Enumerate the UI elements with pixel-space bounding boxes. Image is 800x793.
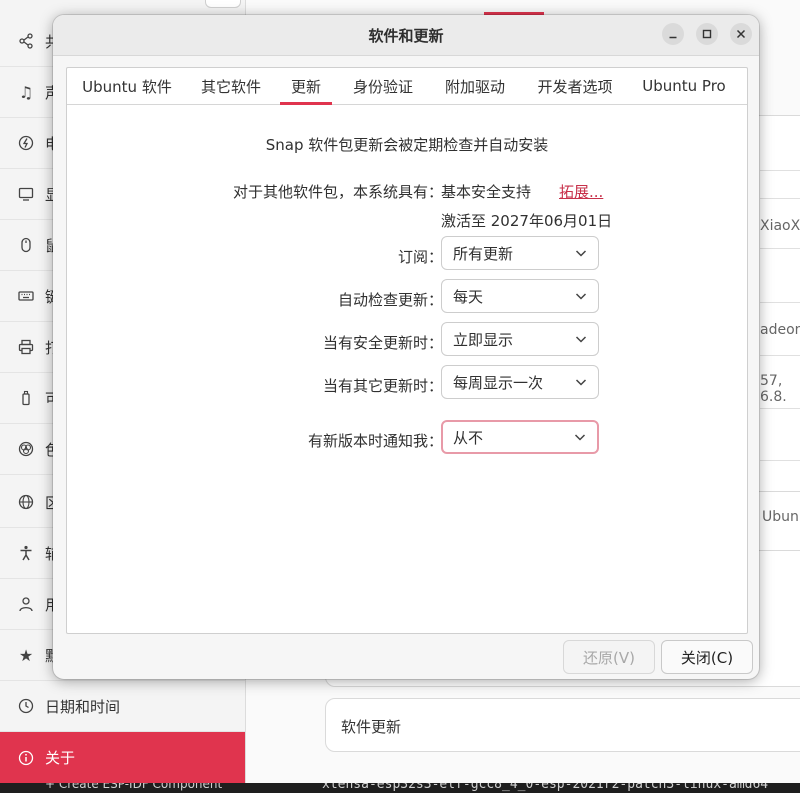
- power-icon: [17, 134, 35, 152]
- release-notify-value: 从不: [453, 428, 484, 447]
- subscription-dropdown[interactable]: 所有更新: [441, 236, 599, 270]
- share-icon: [17, 32, 35, 50]
- printer-icon: [17, 338, 35, 356]
- row-divider: [760, 170, 800, 171]
- activation-date: 激活至 2027年06月01日: [441, 212, 613, 230]
- close-icon: [736, 29, 746, 39]
- security-updates-dropdown[interactable]: 立即显示: [441, 322, 599, 356]
- sidebar-item-label: 日期和时间: [45, 697, 121, 716]
- subscription-value: 所有更新: [453, 244, 514, 263]
- info-icon: [17, 749, 35, 767]
- revert-button[interactable]: 还原(V): [563, 640, 655, 674]
- dialog-titlebar[interactable]: 软件和更新: [53, 15, 759, 56]
- sidebar-item-date-time[interactable]: 日期和时间: [0, 681, 245, 732]
- tab-bar: Ubuntu 软件 其它软件 更新 身份验证 附加驱动 开发者选项 Ubuntu…: [67, 68, 747, 105]
- kernel-fragment: 57, 6.8.: [760, 373, 787, 405]
- close-button[interactable]: 关闭(C): [661, 640, 753, 674]
- security-updates-value: 立即显示: [453, 330, 514, 349]
- other-updates-dropdown[interactable]: 每周显示一次: [441, 365, 599, 399]
- dialog-title: 软件和更新: [368, 27, 444, 45]
- sidebar-item-about[interactable]: 关于: [0, 732, 245, 783]
- software-updates-label: 软件更新: [341, 718, 402, 736]
- support-label: 对于其他软件包，本系统具有：: [232, 183, 443, 201]
- other-updates-value: 每周显示一次: [453, 373, 544, 392]
- other-updates-label: 当有其它更新时：: [322, 377, 443, 395]
- color-icon: [17, 440, 35, 458]
- chevron-down-icon: [574, 434, 586, 441]
- terminal-left-text: + Create ESP-IDF Component: [45, 783, 223, 791]
- tab-developer-options[interactable]: 开发者选项: [521, 68, 629, 104]
- release-notify-dropdown[interactable]: 从不: [441, 420, 599, 454]
- maximize-icon: [702, 29, 712, 39]
- minimize-button[interactable]: [662, 23, 684, 45]
- minimize-icon: [669, 36, 677, 39]
- support-value: 基本安全支持: [441, 183, 532, 201]
- tab-other-software[interactable]: 其它软件: [187, 68, 275, 104]
- terminal-output: xtensa-esp32s3-elf-gcc8_4_0-esp-2021r2-p…: [322, 783, 769, 792]
- row-divider: [760, 408, 800, 409]
- tab-ubuntu-software[interactable]: Ubuntu 软件: [67, 68, 187, 104]
- sidebar-search-button[interactable]: [205, 0, 241, 8]
- close-window-button[interactable]: [730, 23, 752, 45]
- extend-support-link[interactable]: 拓展...: [559, 181, 603, 202]
- device-name-fragment: XiaoXin: [760, 218, 800, 234]
- globe-icon: [17, 493, 35, 511]
- software-updates-dialog: 软件和更新 Ubuntu 软件 其它软件 更新 身份验证 附加驱动 开发者选项 …: [53, 15, 759, 679]
- snap-update-note: Snap 软件包更新会被定期检查并自动安装: [265, 136, 549, 154]
- auto-check-label: 自动检查更新：: [337, 291, 443, 309]
- subscription-label: 订阅：: [397, 248, 443, 266]
- mouse-icon: [17, 236, 35, 254]
- music-note-icon: ♫: [18, 82, 34, 102]
- auto-check-value: 每天: [453, 287, 484, 306]
- chevron-down-icon: [575, 379, 587, 386]
- row-divider: [760, 302, 800, 303]
- chevron-down-icon: [575, 336, 587, 343]
- tab-updates[interactable]: 更新: [280, 68, 332, 105]
- accessibility-icon: [17, 544, 35, 562]
- tab-authentication[interactable]: 身份验证: [337, 68, 429, 104]
- maximize-button[interactable]: [696, 23, 718, 45]
- usb-drive-icon: [17, 389, 35, 407]
- settings-notebook: Ubuntu 软件 其它软件 更新 身份验证 附加驱动 开发者选项 Ubuntu…: [66, 67, 748, 634]
- security-updates-label: 当有安全更新时：: [322, 334, 443, 352]
- chevron-down-icon: [575, 293, 587, 300]
- row-divider: [760, 198, 800, 199]
- chevron-down-icon: [575, 250, 587, 257]
- row-divider: [760, 460, 800, 461]
- row-divider: [760, 355, 800, 356]
- auto-check-dropdown[interactable]: 每天: [441, 279, 599, 313]
- users-icon: [17, 595, 35, 613]
- row-divider: [760, 248, 800, 249]
- display-icon: [17, 185, 35, 203]
- tab-ubuntu-pro[interactable]: Ubuntu Pro: [629, 68, 739, 104]
- clock-icon: [17, 697, 35, 715]
- terminal-strip: + Create ESP-IDF Component xtensa-esp32s…: [0, 783, 800, 793]
- star-icon: ★: [18, 645, 34, 665]
- graphics-fragment: adeon: [760, 322, 800, 338]
- os-name-fragment: Ubun: [762, 509, 799, 525]
- release-notify-label: 有新版本时通知我：: [307, 432, 443, 450]
- tab-additional-drivers[interactable]: 附加驱动: [429, 68, 521, 104]
- sidebar-item-label: 关于: [45, 749, 76, 767]
- keyboard-icon: [17, 287, 35, 305]
